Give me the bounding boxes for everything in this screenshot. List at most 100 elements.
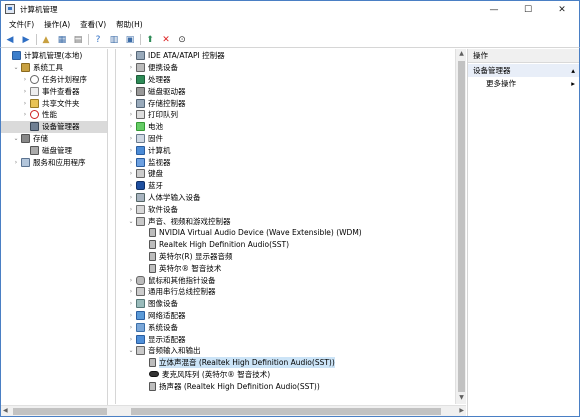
menu-file[interactable]: 文件(F): [5, 19, 40, 30]
device-category[interactable]: › 网络适配器: [127, 310, 455, 322]
collapsed-chevron-icon[interactable]: ›: [127, 206, 135, 213]
tree-item-event-viewer[interactable]: › 事件查看器: [1, 85, 107, 97]
more-actions-item[interactable]: 更多操作 ▸: [468, 77, 579, 89]
horizontal-scrollbar[interactable]: ◀ ▶: [1, 405, 466, 416]
device-item[interactable]: 英特尔® 智音技术: [127, 262, 455, 274]
collapsed-chevron-icon[interactable]: ›: [127, 194, 135, 201]
collapsed-chevron-icon[interactable]: ›: [127, 123, 135, 130]
collapsed-chevron-icon[interactable]: ›: [127, 324, 135, 331]
expanded-chevron-icon[interactable]: ⌄: [127, 347, 135, 354]
menu-help[interactable]: 帮助(H): [112, 19, 149, 30]
device-item[interactable]: 英特尔(R) 显示器音频: [127, 251, 455, 263]
menu-view[interactable]: 查看(V): [76, 19, 112, 30]
device-category[interactable]: › 图像设备: [127, 298, 455, 310]
device-category[interactable]: › 电池: [127, 121, 455, 133]
toolbar-separator: [88, 34, 89, 45]
scroll-down-arrow-icon[interactable]: ▼: [457, 394, 466, 403]
collapsed-chevron-icon[interactable]: ›: [21, 100, 29, 107]
device-category[interactable]: › 人体学输入设备: [127, 192, 455, 204]
device-item[interactable]: NVIDIA Virtual Audio Device (Wave Extens…: [127, 227, 455, 239]
scroll-left-arrow-icon[interactable]: ◀: [3, 407, 8, 414]
up-folder-icon[interactable]: ▲: [40, 34, 52, 46]
tree-item-computer-management-root[interactable]: 计算机管理(本地): [1, 50, 107, 62]
device-category[interactable]: › 系统设备: [127, 321, 455, 333]
tree-item-storage[interactable]: ⌄ 存储: [1, 133, 107, 145]
device-item[interactable]: 麦克风阵列 (英特尔® 智音技术): [127, 369, 455, 381]
collapsed-chevron-icon[interactable]: ›: [127, 288, 135, 295]
collapsed-chevron-icon[interactable]: ›: [127, 159, 135, 166]
device-category[interactable]: › 打印队列: [127, 109, 455, 121]
collapsed-chevron-icon[interactable]: ›: [127, 277, 135, 284]
delete-icon[interactable]: ✕: [160, 34, 172, 46]
expanded-chevron-icon[interactable]: ⌄: [12, 135, 20, 142]
menu-action[interactable]: 操作(A): [40, 19, 76, 30]
monitor-icon[interactable]: ▣: [124, 34, 136, 46]
tree-item-shared-folders[interactable]: › 共享文件夹: [1, 97, 107, 109]
device-category[interactable]: › 磁盘驱动器: [127, 85, 455, 97]
collapsed-chevron-icon[interactable]: ›: [127, 135, 135, 142]
tree-item-task-scheduler[interactable]: › 任务计划程序: [1, 74, 107, 86]
device-category[interactable]: › 固件: [127, 133, 455, 145]
forward-icon[interactable]: ▶: [20, 34, 32, 46]
device-item[interactable]: Realtek High Definition Audio(SST): [127, 239, 455, 251]
collapsed-chevron-icon[interactable]: ›: [21, 76, 29, 83]
collapsed-chevron-icon[interactable]: ›: [12, 159, 20, 166]
collapsed-chevron-icon[interactable]: ›: [127, 100, 135, 107]
device-list-vertical-scrollbar[interactable]: ▲ ▼: [455, 49, 466, 404]
back-icon[interactable]: ◀: [4, 34, 16, 46]
collapsed-chevron-icon[interactable]: ›: [127, 182, 135, 189]
collapsed-chevron-icon[interactable]: ›: [127, 312, 135, 319]
show-tree-icon[interactable]: ▦: [56, 34, 68, 46]
expanded-chevron-icon[interactable]: ⌄: [12, 64, 20, 71]
menu-bar: 文件(F) 操作(A) 查看(V) 帮助(H): [0, 17, 580, 32]
minimize-button[interactable]: —: [477, 1, 511, 18]
tree-horizontal-scroll-thumb[interactable]: [13, 408, 107, 415]
collapsed-chevron-icon[interactable]: ›: [127, 336, 135, 343]
tree-item-services-and-apps[interactable]: › 服务和应用程序: [1, 156, 107, 168]
device-category[interactable]: › 软件设备: [127, 203, 455, 215]
actions-section-device-manager[interactable]: 设备管理器 ▴: [468, 64, 579, 77]
device-category[interactable]: › 键盘: [127, 168, 455, 180]
collapsed-chevron-icon[interactable]: ›: [127, 300, 135, 307]
expanded-chevron-icon[interactable]: ⌄: [127, 218, 135, 225]
device-category[interactable]: › 处理器: [127, 74, 455, 86]
collapsed-chevron-icon[interactable]: ›: [127, 52, 135, 59]
device-category[interactable]: › 便携设备: [127, 62, 455, 74]
collapsed-chevron-icon[interactable]: ›: [127, 170, 135, 177]
vertical-scroll-thumb[interactable]: [458, 61, 465, 392]
collapsed-chevron-icon[interactable]: ›: [127, 76, 135, 83]
device-category[interactable]: › 显示适配器: [127, 333, 455, 345]
device-category[interactable]: › 通用串行总线控制器: [127, 286, 455, 298]
scroll-up-arrow-icon[interactable]: ▲: [457, 50, 466, 59]
maximize-button[interactable]: ☐: [511, 1, 545, 18]
tree-item-system-tools[interactable]: ⌄ 系统工具: [1, 62, 107, 74]
device-category[interactable]: › 鼠标和其他指针设备: [127, 274, 455, 286]
view-icon[interactable]: ▥: [108, 34, 120, 46]
scroll-right-arrow-icon[interactable]: ▶: [459, 407, 464, 414]
collapsed-chevron-icon[interactable]: ›: [127, 147, 135, 154]
tree-item-performance[interactable]: › 性能: [1, 109, 107, 121]
collapsed-chevron-icon[interactable]: ›: [21, 88, 29, 95]
close-button[interactable]: ✕: [545, 1, 579, 18]
device-category[interactable]: › 蓝牙: [127, 180, 455, 192]
device-category[interactable]: › 计算机: [127, 144, 455, 156]
device-category[interactable]: ⌄ 声音、视频和游戏控制器: [127, 215, 455, 227]
collapsed-chevron-icon[interactable]: ›: [127, 111, 135, 118]
collapsed-chevron-icon[interactable]: ›: [127, 88, 135, 95]
download-icon[interactable]: ⊙: [176, 34, 188, 46]
device-category[interactable]: › 监视器: [127, 156, 455, 168]
device-category[interactable]: › IDE ATA/ATAPI 控制器: [127, 50, 455, 62]
tree-item-device-manager[interactable]: 设备管理器: [1, 120, 107, 133]
device-item[interactable]: 立体声混音 (Realtek High Definition Audio(SST…: [127, 357, 455, 369]
update-driver-icon[interactable]: ⬆: [144, 34, 156, 46]
collapsed-chevron-icon[interactable]: ›: [21, 111, 29, 118]
device-category[interactable]: › 存储控制器: [127, 97, 455, 109]
device-category[interactable]: ⌄ 音频输入和输出: [127, 345, 455, 357]
help-icon[interactable]: ?: [92, 34, 104, 46]
device-item[interactable]: 扬声器 (Realtek High Definition Audio(SST)): [127, 380, 455, 392]
properties-icon[interactable]: ▤: [72, 34, 84, 46]
collapsed-chevron-icon[interactable]: ›: [127, 64, 135, 71]
snd-device-icon: [136, 346, 145, 356]
list-horizontal-scroll-thumb[interactable]: [131, 408, 441, 415]
tree-item-disk-management[interactable]: 磁盘管理: [1, 144, 107, 156]
